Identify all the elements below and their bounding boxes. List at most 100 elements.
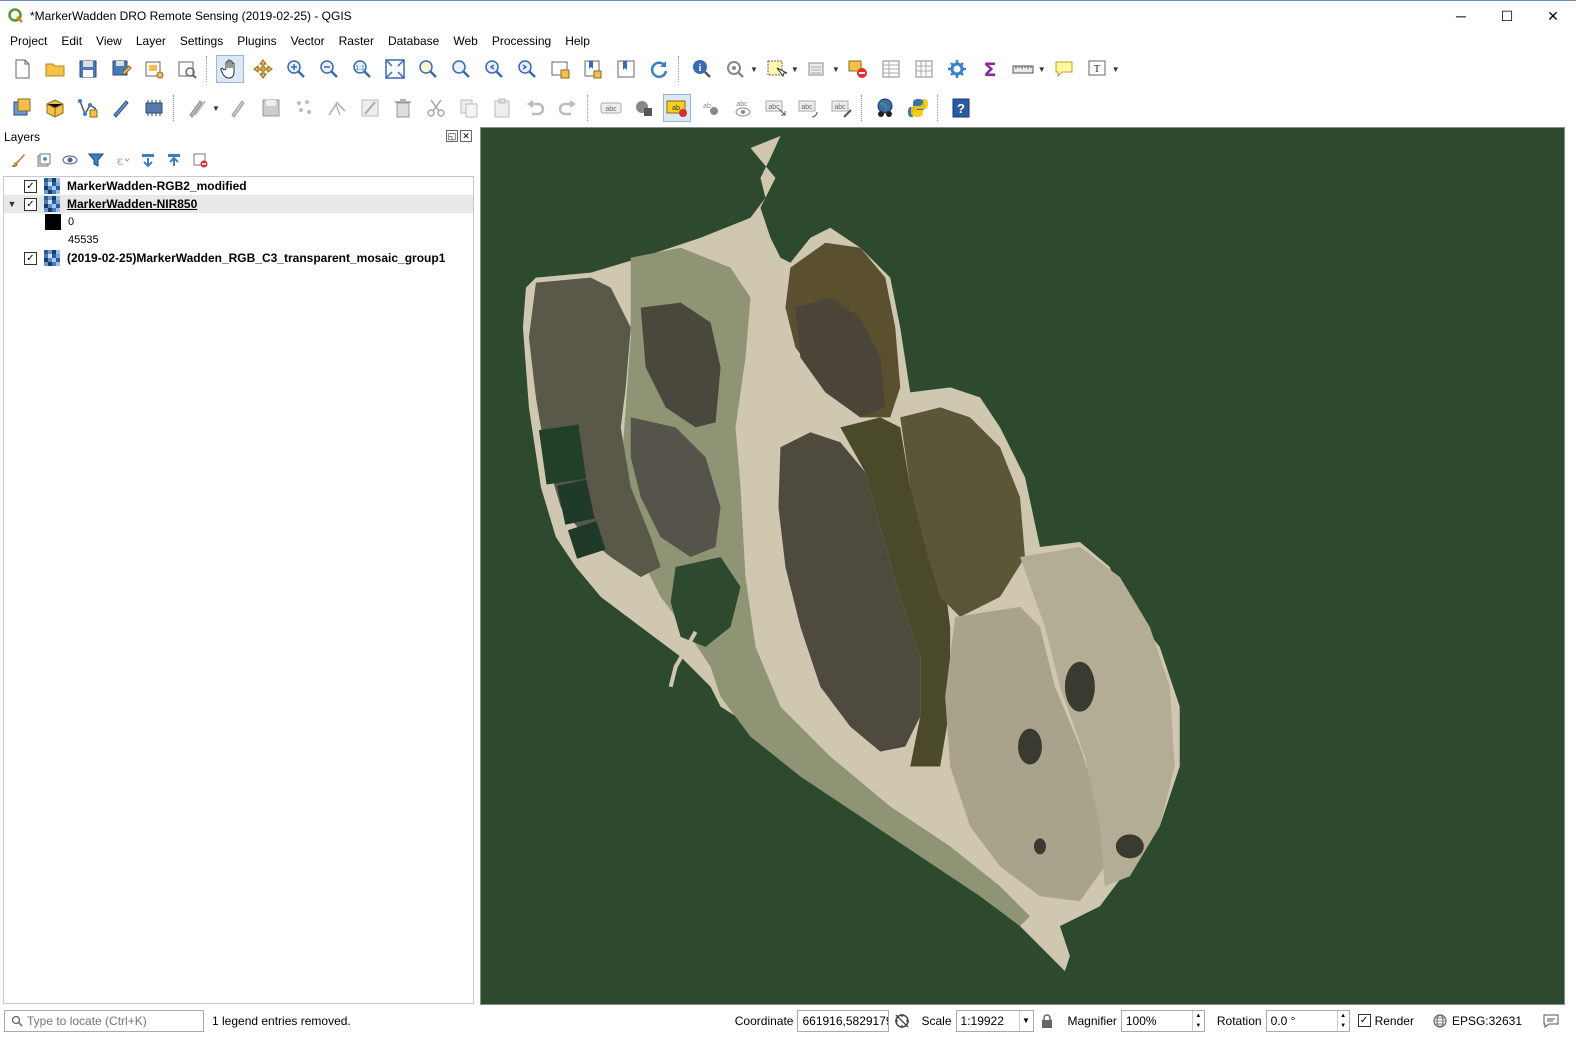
chevron-down-icon[interactable]: ▼	[212, 104, 220, 113]
scale-combobox[interactable]: ▼	[955, 1009, 1034, 1032]
map-tips-button[interactable]	[721, 55, 749, 83]
pan-map-button[interactable]	[216, 55, 244, 83]
crs-label[interactable]: EPSG:32631	[1452, 1014, 1522, 1028]
zoom-to-selection-button[interactable]	[414, 55, 442, 83]
show-bookmarks-button[interactable]	[612, 55, 640, 83]
measure-line-button[interactable]	[1009, 55, 1037, 83]
magnifier-input[interactable]	[1125, 1013, 1192, 1028]
toggle-editing-button[interactable]	[224, 94, 252, 122]
new-map-view-button[interactable]	[546, 55, 574, 83]
chevron-down-icon[interactable]: ▼	[791, 65, 799, 74]
menu-plugins[interactable]: Plugins	[230, 34, 283, 48]
save-as-button[interactable]	[107, 55, 135, 83]
new-print-layout-button[interactable]	[140, 55, 168, 83]
field-calculator-button[interactable]	[910, 55, 938, 83]
layer-row[interactable]: ✓ MarkerWadden-RGB2_modified	[4, 177, 473, 195]
menu-database[interactable]: Database	[381, 34, 446, 48]
maximize-button[interactable]: ☐	[1484, 1, 1530, 31]
new-virtual-layer-button[interactable]	[140, 94, 168, 122]
style-manager-button[interactable]	[8, 150, 28, 170]
layer-diagram-options-button[interactable]	[630, 94, 658, 122]
magnifier-spinbox[interactable]: ▲▼	[1120, 1009, 1205, 1032]
expand-all-button[interactable]	[138, 150, 158, 170]
chevron-down-icon[interactable]: ▼	[1112, 65, 1120, 74]
menu-project[interactable]: Project	[3, 34, 54, 48]
coordinate-field[interactable]	[797, 1009, 890, 1032]
layer-labeling-options-button[interactable]: abc	[597, 94, 625, 122]
menu-help[interactable]: Help	[558, 34, 597, 48]
highlight-pinned-labels-button[interactable]: ab	[662, 94, 691, 122]
minimize-button[interactable]: ─	[1438, 1, 1484, 31]
rotation-spinbox[interactable]: ▲▼	[1265, 1009, 1350, 1032]
pin-unpin-labels-button[interactable]: ab	[696, 94, 724, 122]
layout-manager-button[interactable]	[173, 55, 201, 83]
menu-settings[interactable]: Settings	[173, 34, 230, 48]
crs-globe-icon[interactable]	[1432, 1013, 1448, 1029]
chevron-down-icon[interactable]: ▼	[1038, 65, 1046, 74]
layer-visibility-checkbox[interactable]: ✓	[24, 179, 37, 193]
copy-features-button[interactable]	[455, 94, 483, 122]
menu-view[interactable]: View	[89, 34, 129, 48]
float-panel-button[interactable]: ◱	[446, 130, 458, 142]
layer-visibility-checkbox[interactable]: ✓	[24, 251, 37, 265]
manage-map-themes-button[interactable]	[60, 150, 80, 170]
aerial-island-map[interactable]	[481, 128, 1564, 1004]
zoom-to-layer-button[interactable]	[447, 55, 475, 83]
map-canvas[interactable]	[480, 127, 1565, 1005]
layer-row[interactable]: ▼ ✓ MarkerWadden-NIR850	[4, 195, 473, 213]
scale-input[interactable]	[960, 1013, 1019, 1028]
collapse-arrow-icon[interactable]: ▼	[4, 199, 20, 209]
layer-row[interactable]: ✓ (2019-02-25)MarkerWadden_RGB_C3_transp…	[4, 249, 473, 267]
open-attribute-table-button[interactable]	[877, 55, 905, 83]
layer-name[interactable]: MarkerWadden-NIR850	[67, 197, 197, 211]
zoom-in-button[interactable]	[282, 55, 310, 83]
new-project-button[interactable]	[8, 55, 36, 83]
spin-up-icon[interactable]: ▲	[1338, 1011, 1349, 1021]
add-point-feature-button[interactable]	[290, 94, 318, 122]
coordinate-input[interactable]	[802, 1013, 889, 1028]
rotation-input[interactable]	[1270, 1013, 1337, 1028]
current-edits-button[interactable]	[183, 94, 211, 122]
cut-features-button[interactable]	[422, 94, 450, 122]
select-features-button[interactable]	[762, 55, 790, 83]
move-label-button[interactable]: abc	[762, 94, 790, 122]
menu-layer[interactable]: Layer	[129, 34, 173, 48]
new-geopackage-layer-button[interactable]	[41, 94, 69, 122]
zoom-last-button[interactable]	[480, 55, 508, 83]
undo-button[interactable]	[521, 94, 549, 122]
layer-visibility-checkbox[interactable]: ✓	[24, 197, 37, 211]
text-annotation-button[interactable]: T	[1083, 55, 1111, 83]
refresh-button[interactable]	[645, 55, 673, 83]
toolbox-button[interactable]	[943, 55, 971, 83]
data-source-manager-button[interactable]	[8, 94, 36, 122]
show-hide-labels-button[interactable]: abc	[729, 94, 757, 122]
zoom-next-button[interactable]	[513, 55, 541, 83]
filter-legend-button[interactable]	[86, 150, 106, 170]
pan-to-selection-button[interactable]	[249, 55, 277, 83]
spin-buttons[interactable]: ▲ ▼	[1191, 1010, 1204, 1031]
rotate-label-button[interactable]: abc	[795, 94, 823, 122]
delete-selected-button[interactable]	[389, 94, 417, 122]
save-layer-edits-button[interactable]	[257, 94, 285, 122]
redo-button[interactable]	[554, 94, 582, 122]
locator-bar[interactable]	[4, 1009, 204, 1032]
plugin-globe-button[interactable]	[871, 94, 899, 122]
spin-down-icon[interactable]: ▼	[1193, 1021, 1204, 1031]
save-project-button[interactable]	[74, 55, 102, 83]
select-by-value-button[interactable]	[803, 55, 831, 83]
close-panel-button[interactable]: ✕	[460, 130, 472, 142]
filter-by-expression-button[interactable]: ε	[112, 150, 132, 170]
menu-edit[interactable]: Edit	[54, 34, 89, 48]
remove-layer-button[interactable]	[190, 150, 210, 170]
menu-vector[interactable]: Vector	[284, 34, 332, 48]
zoom-native-button[interactable]: 1:1	[348, 55, 376, 83]
new-shapefile-layer-button[interactable]	[74, 94, 102, 122]
python-console-button[interactable]	[904, 94, 932, 122]
chevron-down-icon[interactable]: ▼	[750, 65, 758, 74]
add-group-button[interactable]	[34, 150, 54, 170]
zoom-full-button[interactable]	[381, 55, 409, 83]
modify-attributes-button[interactable]	[356, 94, 384, 122]
menu-raster[interactable]: Raster	[332, 34, 381, 48]
paste-features-button[interactable]	[488, 94, 516, 122]
collapse-all-button[interactable]	[164, 150, 184, 170]
